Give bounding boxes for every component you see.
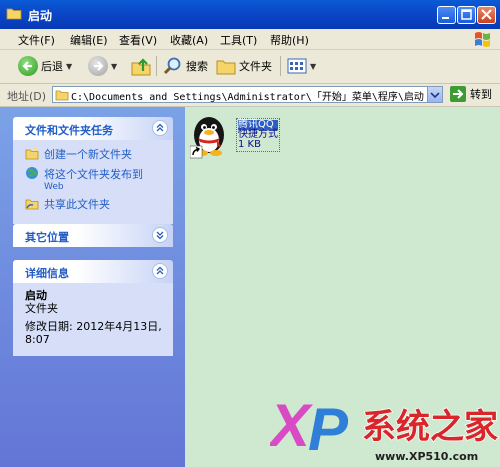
task-label: 共享此文件夹 — [44, 198, 110, 211]
maximize-button[interactable] — [457, 6, 476, 24]
explorer-window: 启动 文件(F) 编辑(E) 查看(V) 收藏(A) 工具(T) 帮助(H) 后… — [0, 0, 500, 467]
minimize-icon — [442, 17, 449, 19]
up-folder-icon — [131, 58, 151, 76]
folder-icon — [55, 90, 69, 101]
menu-bar: 文件(F) 编辑(E) 查看(V) 收藏(A) 工具(T) 帮助(H) — [0, 29, 500, 50]
address-label: 地址(D) — [7, 90, 47, 103]
details-body: 启动 文件夹 修改日期: 2012年4月13日, 8:07 — [13, 283, 173, 356]
back-arrow-icon — [18, 56, 38, 76]
other-places-panel: 其它位置 — [13, 224, 173, 247]
task-share-folder[interactable]: 共享此文件夹 — [25, 196, 165, 212]
file-item-qq-shortcut[interactable]: 腾讯QQ 快捷方式 1 KB — [190, 113, 290, 159]
task-label: 将这个文件夹发布到 Web — [44, 166, 143, 192]
menu-view[interactable]: 查看(V) — [119, 32, 157, 48]
minimize-button[interactable] — [437, 6, 456, 24]
forward-arrow-icon — [88, 56, 108, 76]
expand-button[interactable] — [152, 227, 168, 243]
globe-icon — [26, 167, 38, 179]
task-new-folder[interactable]: 创建一个新文件夹 — [25, 146, 165, 162]
menu-favorites[interactable]: 收藏(A) — [170, 32, 208, 48]
chevron-up-icon — [156, 123, 164, 132]
file-tasks-body: 创建一个新文件夹 将这个文件夹发布到 Web 共享此文件夹 — [13, 140, 173, 224]
address-value: C:\Documents and Settings\Administrator\… — [71, 92, 424, 103]
folders-icon — [216, 60, 236, 75]
toolbar-separator — [156, 56, 157, 76]
windows-logo-icon — [475, 32, 490, 47]
close-button[interactable] — [477, 6, 496, 24]
chevron-down-icon — [430, 92, 440, 99]
task-pane: 文件和文件夹任务 创建一个新文件夹 将这个文件夹发布到 Web 共享此文件夹 其… — [0, 107, 185, 467]
up-folder-button[interactable] — [130, 54, 152, 78]
details-type: 文件夹 — [25, 302, 58, 315]
details-title: 详细信息 — [25, 267, 69, 280]
collapse-button[interactable] — [152, 120, 168, 136]
details-header[interactable]: 详细信息 — [13, 260, 173, 283]
views-button[interactable]: ▼ — [287, 54, 316, 78]
go-label: 转到 — [470, 88, 492, 101]
file-tasks-header[interactable]: 文件和文件夹任务 — [13, 117, 173, 140]
task-label-sub: Web — [44, 182, 64, 192]
other-places-header[interactable]: 其它位置 — [13, 224, 173, 247]
collapse-button[interactable] — [152, 263, 168, 279]
maximize-icon — [461, 9, 472, 20]
folders-label: 文件夹 — [239, 60, 272, 73]
watermark-url: www.XP510.com — [375, 450, 479, 463]
views-icon — [287, 58, 307, 74]
folder-icon — [6, 8, 22, 20]
file-size: 1 KB — [238, 139, 261, 150]
other-places-title: 其它位置 — [25, 231, 69, 244]
chevron-down-icon — [156, 231, 164, 240]
address-input[interactable]: C:\Documents and Settings\Administrator\… — [52, 86, 443, 103]
details-panel: 详细信息 启动 文件夹 修改日期: 2012年4月13日, 8:07 — [13, 260, 173, 356]
search-button[interactable]: 搜索 — [163, 54, 208, 78]
menu-tools[interactable]: 工具(T) — [220, 32, 257, 48]
file-tasks-panel: 文件和文件夹任务 创建一个新文件夹 将这个文件夹发布到 Web 共享此文件夹 — [13, 117, 173, 224]
views-dropdown-icon[interactable]: ▼ — [310, 62, 316, 71]
forward-button[interactable]: ▼ — [88, 54, 117, 78]
address-dropdown-button[interactable] — [427, 87, 442, 102]
close-icon — [481, 9, 492, 20]
search-label: 搜索 — [186, 60, 208, 73]
details-modified: 修改日期: 2012年4月13日, — [25, 320, 162, 333]
menu-edit[interactable]: 编辑(E) — [70, 32, 108, 48]
svg-text:P: P — [308, 396, 349, 463]
back-label: 后退 — [41, 60, 63, 73]
task-publish-web[interactable]: 将这个文件夹发布到 Web — [25, 166, 165, 192]
go-button[interactable]: 转到 — [450, 86, 492, 102]
folders-button[interactable]: 文件夹 — [216, 54, 272, 78]
new-folder-icon — [25, 147, 39, 160]
back-dropdown-icon[interactable]: ▼ — [66, 62, 72, 71]
details-name: 启动 — [25, 289, 47, 302]
qq-penguin-icon — [190, 117, 224, 159]
task-label-main: 将这个文件夹发布到 — [44, 168, 143, 181]
toolbar: 后退 ▼ ▼ 搜索 文件夹 ▼ — [0, 50, 500, 84]
file-label: 腾讯QQ 快捷方式 1 KB — [236, 118, 280, 152]
watermark-text: 系统之家 — [362, 407, 498, 447]
chevron-up-icon — [156, 266, 164, 275]
window-title: 启动 — [28, 9, 53, 23]
toolbar-separator — [280, 56, 281, 76]
menu-file[interactable]: 文件(F) — [18, 32, 55, 48]
search-icon — [163, 57, 181, 75]
title-bar[interactable]: 启动 — [0, 0, 500, 29]
file-tasks-title: 文件和文件夹任务 — [25, 124, 113, 137]
task-label: 创建一个新文件夹 — [44, 148, 132, 161]
share-folder-icon — [25, 199, 39, 210]
details-modified-time: 8:07 — [25, 333, 50, 346]
back-button[interactable]: 后退 ▼ — [18, 54, 72, 78]
go-arrow-icon — [450, 86, 466, 102]
address-bar: 地址(D) C:\Documents and Settings\Administ… — [0, 84, 500, 107]
forward-dropdown-icon[interactable]: ▼ — [111, 62, 117, 71]
menu-help[interactable]: 帮助(H) — [270, 32, 309, 48]
